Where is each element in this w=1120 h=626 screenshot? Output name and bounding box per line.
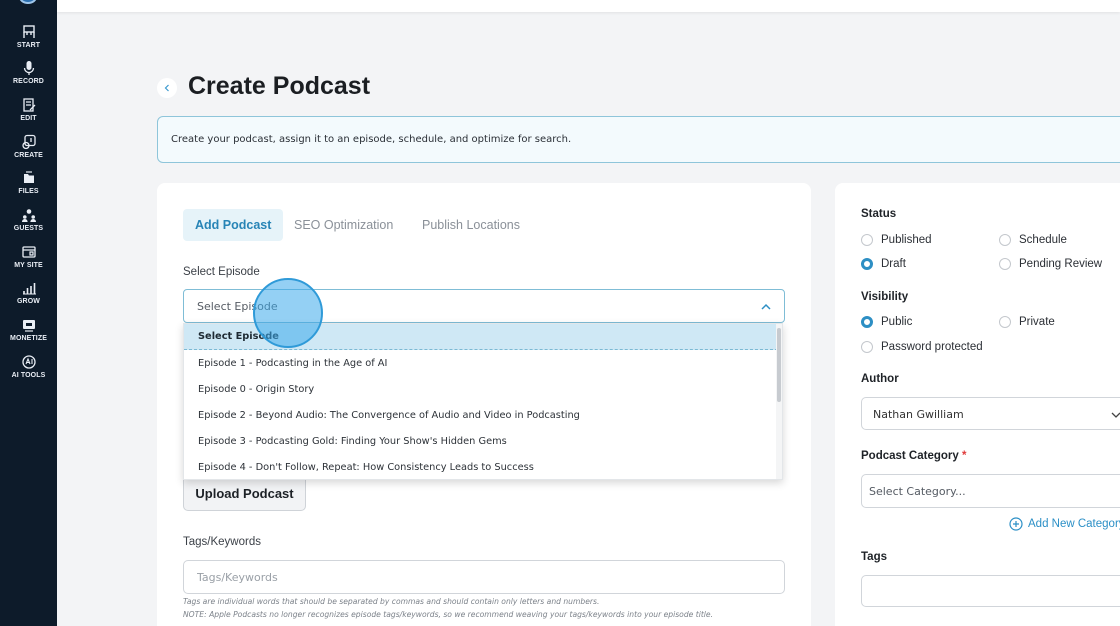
category-select-placeholder: Select Category... <box>869 485 966 498</box>
publish-settings-card: Status Published Schedule Draft Pending … <box>835 183 1120 626</box>
files-icon <box>23 171 34 183</box>
sidebar-item-grow[interactable]: GROW <box>0 280 57 305</box>
radio-label: Public <box>881 316 913 328</box>
sidebar-item-label: RECORD <box>13 78 44 85</box>
upload-podcast-button[interactable]: Upload Podcast <box>183 475 306 511</box>
chevron-down-icon <box>1111 412 1120 418</box>
category-select[interactable]: Select Category... <box>861 474 1120 508</box>
monetize-icon <box>22 320 35 332</box>
radio-indicator <box>861 234 873 246</box>
sidebar-item-label: GUESTS <box>13 225 44 232</box>
sidebar-item-record[interactable]: RECORD <box>0 60 57 85</box>
author-heading: Author <box>861 373 899 385</box>
top-bar <box>57 0 1120 12</box>
sidebar: START RECORD EDIT CREATE FILES GUESTS MY… <box>0 0 57 626</box>
sidebar-item-ai-tools[interactable]: AI TOOLS <box>0 354 57 379</box>
sidebar-item-my-site[interactable]: MY SITE <box>0 244 57 269</box>
author-select[interactable]: Nathan Gwilliam <box>861 397 1120 430</box>
tags-help-text: Tags are individual words that should be… <box>183 597 600 606</box>
sidebar-item-monetize[interactable]: MONETIZE <box>0 317 57 342</box>
radio-indicator <box>861 316 873 328</box>
sidebar-item-files[interactable]: FILES <box>0 170 57 195</box>
visibility-heading: Visibility <box>861 291 909 303</box>
required-indicator: * <box>961 450 967 462</box>
radio-indicator <box>861 341 873 353</box>
status-pending-review-radio[interactable]: Pending Review <box>999 258 1102 270</box>
sidebar-item-guests[interactable]: GUESTS <box>0 207 57 232</box>
microphone-icon <box>23 61 34 75</box>
page-title: Create Podcast <box>188 72 371 100</box>
tags-note-text: NOTE: Apple Podcasts no longer recognize… <box>183 610 713 619</box>
tags-input[interactable] <box>861 575 1120 607</box>
podcast-category-label: Podcast Category <box>861 450 959 462</box>
podcast-category-heading: Podcast Category * <box>861 450 966 462</box>
radio-label: Published <box>881 234 932 246</box>
sidebar-item-edit[interactable]: EDIT <box>0 97 57 122</box>
dropdown-option[interactable]: Episode 3 - Podcasting Gold: Finding You… <box>184 428 778 454</box>
grow-icon <box>22 283 36 295</box>
info-banner-text: Create your podcast, assign it to an epi… <box>171 134 572 145</box>
radio-label: Draft <box>881 258 906 270</box>
sidebar-item-label: AI TOOLS <box>11 372 46 379</box>
radio-indicator <box>999 316 1011 328</box>
tab-add-podcast[interactable]: Add Podcast <box>183 209 284 241</box>
edit-icon <box>22 98 35 112</box>
plus-circle-icon <box>1009 517 1023 531</box>
tags-keywords-input[interactable] <box>183 560 785 594</box>
radio-label: Pending Review <box>1019 258 1103 270</box>
tab-seo-optimization[interactable]: SEO Optimization <box>282 209 405 241</box>
dropdown-option[interactable]: Episode 0 - Origin Story <box>184 376 778 402</box>
sidebar-item-label: MY SITE <box>14 262 43 269</box>
tags-keywords-label: Tags/Keywords <box>183 536 261 548</box>
select-episode-label: Select Episode <box>183 266 260 278</box>
status-published-radio[interactable]: Published <box>861 234 932 246</box>
dropdown-scrollbar-thumb[interactable] <box>777 328 781 402</box>
ai-tools-icon <box>21 355 36 369</box>
status-schedule-radio[interactable]: Schedule <box>999 234 1067 246</box>
dropdown-option[interactable]: Episode 1 - Podcasting in the Age of AI <box>184 350 778 376</box>
radio-label: Password protected <box>881 341 983 353</box>
sidebar-item-label: CREATE <box>14 152 43 159</box>
status-heading: Status <box>861 208 897 220</box>
add-new-category-label: Add New Category <box>1028 518 1120 530</box>
tab-publish-locations[interactable]: Publish Locations <box>410 209 532 241</box>
tags-heading: Tags <box>861 551 887 563</box>
dropdown-option[interactable]: Episode 4 - Don't Follow, Repeat: How Co… <box>184 454 778 479</box>
radio-indicator <box>999 258 1011 270</box>
sidebar-item-label: EDIT <box>20 115 37 122</box>
chevron-left-icon <box>164 84 169 92</box>
back-button[interactable] <box>157 78 177 98</box>
visibility-public-radio[interactable]: Public <box>861 316 912 328</box>
radio-indicator <box>999 234 1011 246</box>
start-icon <box>22 25 35 38</box>
guests-icon <box>21 209 36 222</box>
episode-dropdown-list: Select Episode Episode 1 - Podcasting in… <box>183 323 783 480</box>
sidebar-item-label: MONETIZE <box>10 335 47 342</box>
chevron-up-icon <box>761 303 771 310</box>
sidebar-item-label: START <box>16 42 41 49</box>
create-icon <box>21 134 36 150</box>
add-new-category-button[interactable]: Add New Category <box>1009 517 1120 531</box>
radio-label: Schedule <box>1019 234 1067 246</box>
visibility-password-radio[interactable]: Password protected <box>861 341 983 353</box>
dropdown-option[interactable]: Episode 2 - Beyond Audio: The Convergenc… <box>184 402 778 428</box>
episode-select-value: Select Episode <box>197 300 278 313</box>
visibility-private-radio[interactable]: Private <box>999 316 1055 328</box>
sidebar-item-start[interactable]: START <box>0 24 57 49</box>
status-draft-radio[interactable]: Draft <box>861 258 906 270</box>
author-select-value: Nathan Gwilliam <box>873 408 964 421</box>
sidebar-item-label: FILES <box>18 188 39 195</box>
radio-indicator <box>861 258 873 270</box>
sidebar-item-label: GROW <box>17 298 40 305</box>
dropdown-scrollbar[interactable] <box>776 324 782 479</box>
site-icon <box>21 246 36 258</box>
episode-select[interactable]: Select Episode <box>183 289 785 323</box>
sidebar-item-create[interactable]: CREATE <box>0 134 57 159</box>
logo-icon[interactable] <box>19 0 37 4</box>
info-banner: Create your podcast, assign it to an epi… <box>157 116 1120 163</box>
radio-label: Private <box>1019 316 1055 328</box>
dropdown-option[interactable]: Select Episode <box>184 324 778 350</box>
